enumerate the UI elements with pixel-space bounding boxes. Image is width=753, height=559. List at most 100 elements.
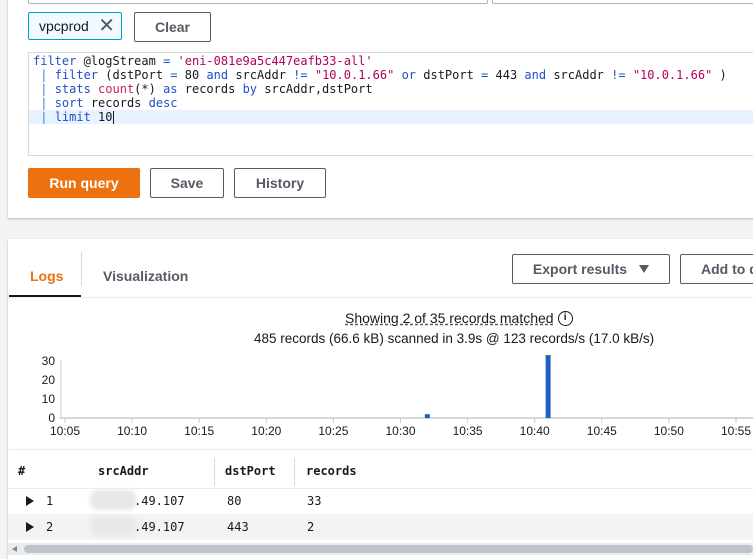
query-line: | filter (dstPort = 80 and srcAddr != "1… (33, 68, 727, 82)
x-tick-label: 10:25 (318, 424, 348, 438)
query-token: records (177, 82, 243, 96)
column-divider (214, 458, 215, 486)
time-range-select[interactable] (492, 0, 753, 4)
y-tick-label: 20 (42, 373, 56, 387)
histogram-bar (424, 414, 430, 418)
query-token (308, 68, 315, 82)
query-token: sort (54, 96, 84, 110)
query-line: | sort records desc (33, 96, 178, 110)
query-token (170, 54, 177, 68)
row-index: 2 (46, 520, 54, 534)
query-token: as (163, 82, 178, 96)
query-token: "10.0.1.66" (314, 68, 395, 82)
query-editor[interactable]: filter @logStream = 'eni-081e9a5c447eafb… (28, 52, 753, 156)
query-token: limit (54, 110, 91, 124)
add-to-dashboard-button[interactable]: Add to d (680, 254, 753, 284)
query-line: filter @logStream = 'eni-081e9a5c447eafb… (33, 54, 373, 68)
query-token: and (524, 68, 547, 82)
expand-row-icon[interactable] (26, 522, 34, 532)
tab-logs[interactable]: Logs (30, 268, 63, 284)
showing-summary: Showing 2 of 35 records matched i (345, 310, 573, 326)
query-token: desc (148, 96, 178, 110)
query-token: = (170, 68, 178, 82)
query-token: != (611, 68, 626, 82)
tabs-bottom-border (9, 297, 753, 298)
query-token: 10 (90, 110, 113, 124)
query-token: records (83, 96, 149, 110)
srcaddr-cell: .49.107 (134, 520, 185, 534)
export-results-button[interactable]: Export results (512, 254, 670, 284)
horizontal-scrollbar[interactable] (8, 543, 753, 555)
query-token: "10.0.1.66" (632, 68, 713, 82)
query-token: stats (54, 82, 91, 96)
export-label: Export results (532, 261, 628, 277)
y-tick-label: 30 (42, 354, 56, 368)
x-tick-label: 10:20 (251, 424, 281, 438)
query-token: ) (712, 68, 727, 82)
query-token: srcAddr (228, 68, 294, 82)
query-token: or (401, 68, 417, 82)
x-tick-label: 10:55 (721, 424, 751, 438)
log-group-select[interactable] (28, 0, 488, 4)
x-tick-label: 10:30 (385, 424, 415, 438)
query-token: | (33, 82, 55, 96)
query-token (91, 82, 98, 96)
query-line: | stats count(*) as records by srcAddr,d… (33, 82, 373, 96)
records-cell: 33 (307, 494, 322, 508)
column-header-dstport: dstPort (225, 464, 276, 478)
query-token: | (33, 96, 55, 110)
x-tick-label: 10:35 (453, 424, 483, 438)
query-token: (dstPort (98, 68, 171, 82)
tab-divider (81, 252, 82, 286)
query-token: 80 (177, 68, 207, 82)
info-icon[interactable]: i (557, 310, 573, 326)
dstport-cell: 80 (227, 494, 242, 508)
dstport-cell: 443 (227, 520, 249, 534)
tab-visualization[interactable]: Visualization (103, 268, 188, 284)
column-divider (294, 458, 295, 486)
token-label: vpcprod (39, 18, 89, 34)
histogram-chart: 0 10 20 30 10:05 10:10 10:15 10:20 10:25 10:30 10:… (42, 354, 753, 438)
query-token: dstPort (416, 68, 482, 82)
scan-stats: 485 records (66.6 kB) scanned in 3.9s @ … (254, 331, 655, 346)
x-tick-label: 10:45 (587, 424, 617, 438)
x-tick-label: 10:05 (50, 424, 80, 438)
column-header-records: records (306, 464, 357, 478)
query-token: 443 (488, 68, 525, 82)
caret-down-icon (639, 265, 650, 273)
x-tick-label: 10:10 (117, 424, 147, 438)
redacted-ip-mask (90, 516, 136, 536)
column-header-srcaddr: srcAddr (98, 464, 149, 478)
history-button[interactable]: History (234, 168, 326, 198)
srcaddr-cell: .49.107 (134, 494, 185, 508)
query-token: (*) (134, 82, 164, 96)
query-token: != (293, 68, 308, 82)
close-icon[interactable]: ✕ (98, 16, 115, 36)
query-token: and (206, 68, 229, 82)
query-token: srcAddr,dstPort (257, 82, 373, 96)
showing-text: Showing 2 of 35 records matched (345, 310, 554, 326)
row-index: 1 (46, 494, 54, 508)
x-tick-label: 10:50 (654, 424, 684, 438)
query-token: count (98, 82, 135, 96)
save-button[interactable]: Save (150, 168, 224, 198)
redacted-ip-mask (90, 490, 136, 510)
query-token: @logStream (76, 54, 164, 68)
expand-row-icon[interactable] (26, 496, 34, 506)
add-to-dashboard-label: Add to d (701, 261, 753, 277)
query-token: | (33, 110, 55, 124)
histogram-bar (545, 355, 551, 418)
scroll-left-icon[interactable] (12, 546, 17, 552)
query-token (394, 68, 401, 82)
query-token: | (33, 68, 55, 82)
run-query-button[interactable]: Run query (28, 168, 140, 198)
query-token (626, 68, 633, 82)
y-tick-label: 0 (48, 411, 55, 425)
column-header-index: # (18, 464, 26, 478)
scrollbar-thumb[interactable] (24, 545, 753, 553)
query-token: srcAddr (546, 68, 612, 82)
clear-button[interactable]: Clear (134, 12, 211, 42)
query-token: by (242, 82, 258, 96)
chart-divider (9, 449, 753, 450)
y-tick-label: 10 (42, 392, 56, 406)
